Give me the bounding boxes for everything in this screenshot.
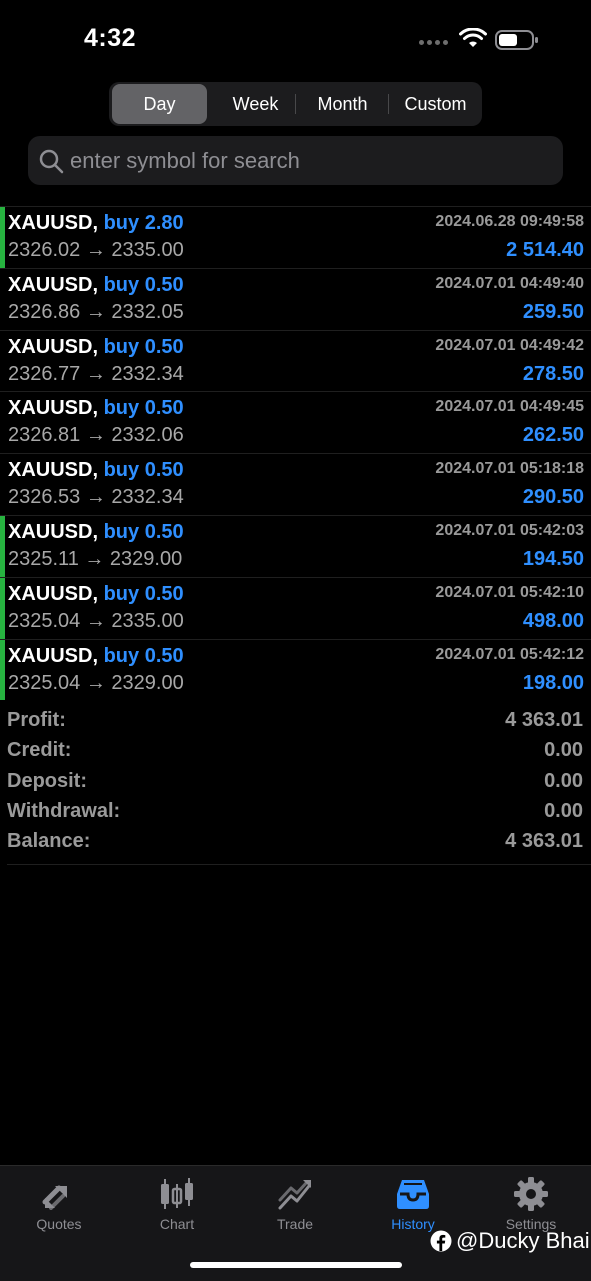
- deal-time: 2024.07.01 04:49:42: [435, 336, 584, 354]
- status-bar: 4:32: [0, 0, 591, 80]
- tab-quotes[interactable]: Quotes: [0, 1166, 118, 1246]
- summary-label: Profit:: [7, 709, 66, 731]
- list-item[interactable]: XAUUSD, buy 2.80 2024.06.28 09:49:58 232…: [0, 206, 591, 268]
- tab-month[interactable]: Month: [296, 84, 389, 124]
- facebook-icon: [430, 1230, 452, 1252]
- deal-prices: 2325.04 → 2335.00: [8, 609, 184, 632]
- search-bar[interactable]: [28, 136, 563, 185]
- deal-time: 2024.07.01 05:42:03: [435, 521, 584, 539]
- watermark-text: @Ducky Bhai: [456, 1228, 590, 1253]
- home-indicator: [190, 1262, 402, 1268]
- deal-symbol: XAUUSD,: [8, 644, 99, 667]
- deal-symbol: XAUUSD,: [8, 582, 99, 605]
- deal-side: buy 0.50: [103, 644, 184, 667]
- battery-icon: [495, 30, 538, 50]
- tab-label: Quotes: [36, 1216, 82, 1232]
- summary-value: 0.00: [544, 799, 583, 822]
- summary-value: 4 363.01: [505, 830, 583, 853]
- deals-list: XAUUSD, buy 2.80 2024.06.28 09:49:58 232…: [0, 206, 591, 701]
- deal-prices: 2326.81 → 2332.06: [8, 424, 184, 447]
- summary-value: 0.00: [544, 739, 583, 762]
- deal-side: buy 0.50: [103, 397, 184, 420]
- list-item[interactable]: XAUUSD, buy 0.50 2024.07.01 05:42:12 232…: [0, 638, 591, 701]
- deal-time: 2024.07.01 04:49:40: [435, 274, 584, 292]
- summary-withdrawal: Withdrawal: 0.00: [0, 797, 591, 827]
- summary-label: Credit:: [7, 739, 72, 762]
- summary-divider: [7, 864, 591, 865]
- deal-prices: 2326.77 → 2332.34: [8, 362, 184, 385]
- summary-balance: Balance: 4 363.01: [0, 827, 591, 857]
- deal-profit: 198.00: [522, 671, 584, 694]
- settings-icon: [514, 1177, 548, 1211]
- deal-symbol: XAUUSD,: [8, 273, 99, 296]
- deal-marker: [0, 207, 5, 268]
- summary-label: Balance:: [7, 830, 91, 853]
- deal-time: 2024.07.01 04:49:45: [435, 398, 584, 416]
- list-item[interactable]: XAUUSD, buy 0.50 2024.07.01 04:49:40 232…: [0, 267, 591, 330]
- deal-profit: 262.50: [522, 424, 584, 447]
- deal-time: 2024.07.01 05:42:10: [435, 583, 584, 601]
- search-icon: [39, 149, 64, 174]
- deal-symbol: XAUUSD,: [8, 459, 99, 482]
- tab-trade[interactable]: Trade: [236, 1166, 354, 1246]
- tab-label: Trade: [276, 1216, 314, 1232]
- deal-marker: [0, 639, 5, 701]
- wifi-icon: [459, 28, 487, 47]
- account-summary: Profit: 4 363.01 Credit: 0.00 Deposit: 0…: [0, 706, 591, 857]
- summary-label: Withdrawal:: [7, 799, 121, 822]
- deal-profit: 194.50: [522, 547, 584, 570]
- deal-profit: 259.50: [522, 300, 584, 323]
- tab-chart[interactable]: Chart: [118, 1166, 236, 1246]
- deal-symbol: XAUUSD,: [8, 520, 99, 543]
- deal-prices: 2326.53 → 2332.34: [8, 486, 184, 509]
- list-item[interactable]: XAUUSD, buy 0.50 2024.07.01 04:49:45 232…: [0, 391, 591, 453]
- deal-side: buy 0.50: [103, 273, 184, 296]
- chart-icon: [161, 1178, 193, 1209]
- deal-marker: [0, 577, 5, 639]
- summary-label: Deposit:: [7, 769, 87, 792]
- deal-symbol: XAUUSD,: [8, 335, 99, 358]
- list-item[interactable]: XAUUSD, buy 0.50 2024.07.01 05:42:10 232…: [0, 576, 591, 639]
- status-time: 4:32: [84, 24, 137, 52]
- search-input[interactable]: [70, 136, 550, 185]
- deal-prices: 2326.02 → 2335.00: [8, 239, 184, 261]
- summary-value: 4 363.01: [505, 709, 583, 731]
- list-item[interactable]: XAUUSD, buy 0.50 2024.07.01 05:42:03 232…: [0, 514, 591, 577]
- deal-profit: 290.50: [522, 486, 584, 509]
- deal-profit: 278.50: [522, 362, 584, 385]
- cellular-signal-icon: [419, 40, 448, 45]
- deal-prices: 2325.11 → 2329.00: [8, 547, 183, 570]
- deal-time: 2024.07.01 05:42:12: [435, 645, 584, 663]
- summary-deposit: Deposit: 0.00: [0, 767, 591, 797]
- deal-prices: 2326.86 → 2332.05: [8, 300, 184, 323]
- history-icon: [397, 1180, 429, 1209]
- tab-day[interactable]: Day: [112, 84, 207, 124]
- list-item[interactable]: XAUUSD, buy 0.50 2024.07.01 04:49:42 232…: [0, 329, 591, 392]
- deal-prices: 2325.04 → 2329.00: [8, 671, 184, 694]
- deal-side: buy 2.80: [103, 212, 184, 234]
- tab-custom[interactable]: Custom: [389, 84, 482, 124]
- summary-value: 0.00: [544, 769, 583, 792]
- trade-icon: [278, 1180, 311, 1210]
- deal-time: 2024.07.01 05:18:18: [435, 460, 584, 478]
- deal-side: buy 0.50: [103, 520, 184, 543]
- deal-marker: [0, 515, 5, 577]
- quotes-icon: [42, 1185, 67, 1210]
- deal-side: buy 0.50: [103, 582, 184, 605]
- tab-week[interactable]: Week: [209, 84, 302, 124]
- deal-symbol: XAUUSD,: [8, 397, 99, 420]
- summary-credit: Credit: 0.00: [0, 736, 591, 766]
- deal-symbol: XAUUSD,: [8, 212, 99, 234]
- deal-profit: 2 514.40: [506, 239, 584, 261]
- deal-profit: 498.00: [522, 609, 584, 632]
- deal-side: buy 0.50: [103, 459, 184, 482]
- deal-side: buy 0.50: [103, 335, 184, 358]
- summary-profit: Profit: 4 363.01: [0, 706, 591, 736]
- watermark: @Ducky Bhai: [430, 1228, 590, 1254]
- period-segmented-control: Day Week Month Custom: [109, 82, 482, 126]
- list-item[interactable]: XAUUSD, buy 0.50 2024.07.01 05:18:18 232…: [0, 453, 591, 515]
- deal-time: 2024.06.28 09:49:58: [435, 213, 584, 230]
- tab-label: Chart: [159, 1216, 195, 1232]
